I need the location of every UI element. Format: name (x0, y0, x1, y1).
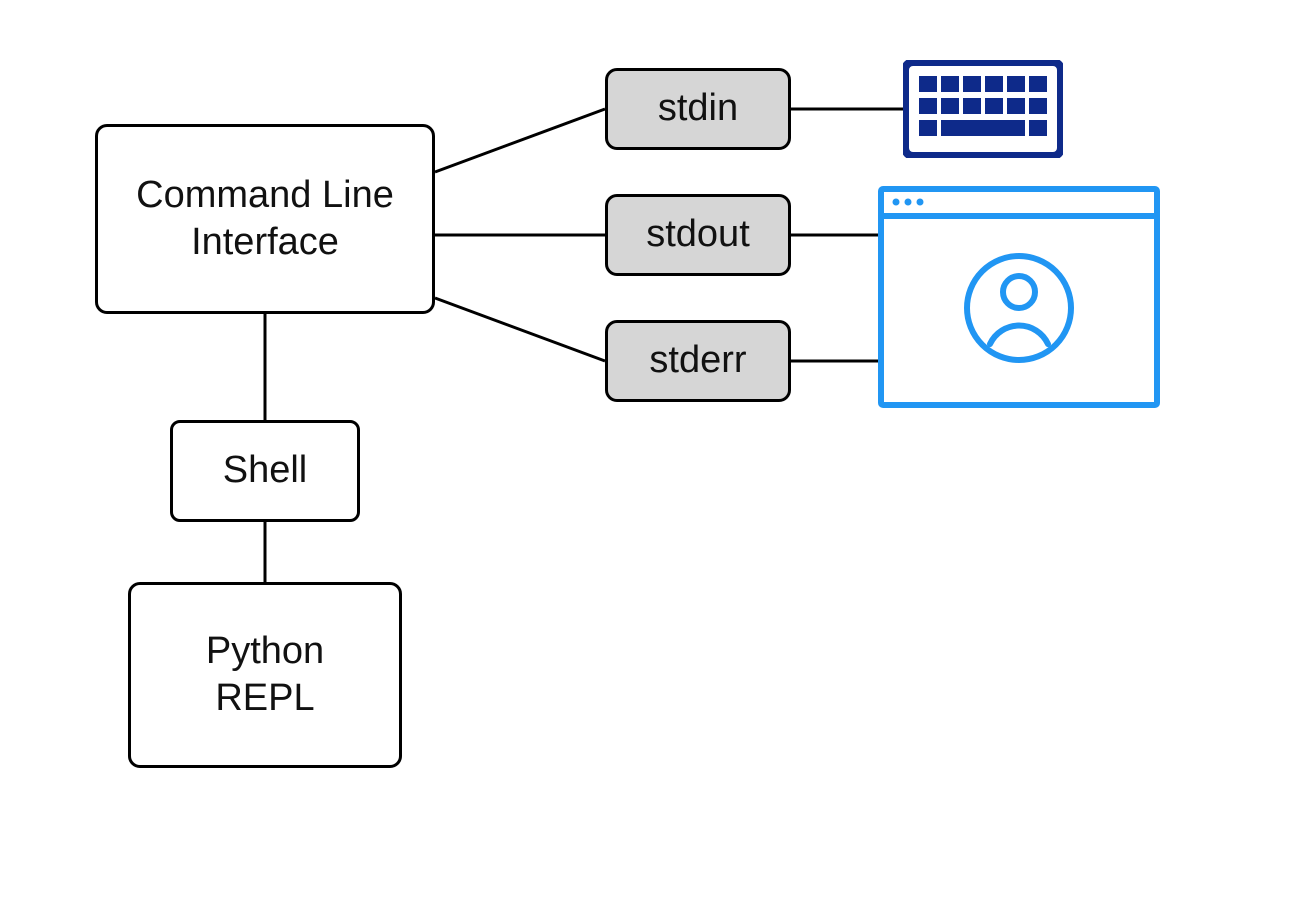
node-shell-label: Shell (223, 447, 308, 495)
node-cli: Command LineInterface (95, 124, 435, 314)
node-stderr-label: stderr (649, 337, 746, 385)
keyboard-icon (903, 60, 1063, 163)
node-stdout-label: stdout (646, 211, 750, 259)
terminal-window-icon (878, 186, 1160, 413)
node-stdin: stdin (605, 68, 791, 150)
node-cli-label: Command LineInterface (136, 172, 394, 267)
node-stdout: stdout (605, 194, 791, 276)
node-shell: Shell (170, 420, 360, 522)
node-stdin-label: stdin (658, 85, 738, 133)
node-repl: PythonREPL (128, 582, 402, 768)
node-stderr: stderr (605, 320, 791, 402)
node-repl-label: PythonREPL (206, 628, 324, 723)
edge-cli_right_top-stdin_left (435, 109, 605, 172)
edge-cli_right_bot-stderr_left (435, 298, 605, 361)
diagram-canvas: Command LineInterface Shell PythonREPL s… (0, 0, 1303, 901)
